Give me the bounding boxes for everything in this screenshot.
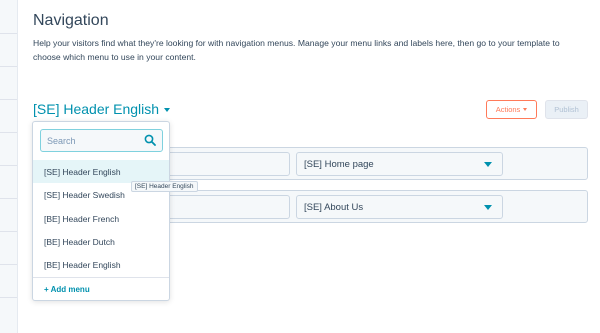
publish-button-label: Publish (554, 105, 579, 114)
sidebar-divider (0, 132, 17, 133)
menu-dropdown: [SE] Header English [SE] Header Swedish … (32, 121, 170, 301)
menu-item-label-field[interactable] (150, 195, 290, 219)
sidebar-divider (0, 297, 17, 298)
page-description: Help your visitors find what they're loo… (33, 38, 560, 62)
search-icon[interactable] (144, 134, 156, 146)
caret-down-icon (523, 108, 528, 111)
dropdown-option[interactable]: [BE] Header French (33, 207, 169, 230)
menu-selector[interactable]: [SE] Header English (33, 101, 171, 117)
sidebar-divider (0, 198, 17, 199)
sidebar-divider (0, 99, 17, 100)
page-select-value: [SE] Home page (304, 158, 374, 170)
sidebar-divider (0, 33, 17, 34)
search-box (40, 129, 163, 152)
dropdown-option[interactable]: [BE] Header Dutch (33, 230, 169, 253)
menu-item-label-field[interactable] (150, 152, 290, 176)
sidebar-divider (0, 165, 17, 166)
add-menu-link[interactable]: + Add menu (44, 282, 90, 297)
caret-down-icon (484, 205, 492, 210)
sidebar-divider (0, 66, 17, 67)
option-tooltip: [SE] Header English (131, 181, 198, 192)
caret-down-icon (484, 162, 492, 167)
actions-button[interactable]: Actions (486, 100, 537, 119)
page-select-value: [SE] About Us (304, 201, 364, 213)
actions-button-label: Actions (495, 105, 521, 114)
sidebar-divider (0, 231, 17, 232)
menu-item-page-select[interactable]: [SE] Home page (296, 152, 503, 176)
menu-item-page-select[interactable]: [SE] About Us (296, 195, 503, 219)
left-sidebar (0, 0, 18, 333)
dropdown-option[interactable]: [BE] Header English (33, 253, 169, 276)
dropdown-option[interactable]: [SE] Header English (33, 160, 169, 183)
publish-button[interactable]: Publish (545, 100, 588, 119)
dropdown-divider (33, 277, 169, 278)
search-input[interactable] (41, 130, 147, 151)
menu-selector-label: [SE] Header English (33, 101, 160, 117)
caret-down-icon (164, 107, 171, 112)
page-title: Navigation (33, 12, 109, 29)
sidebar-divider (0, 264, 17, 265)
